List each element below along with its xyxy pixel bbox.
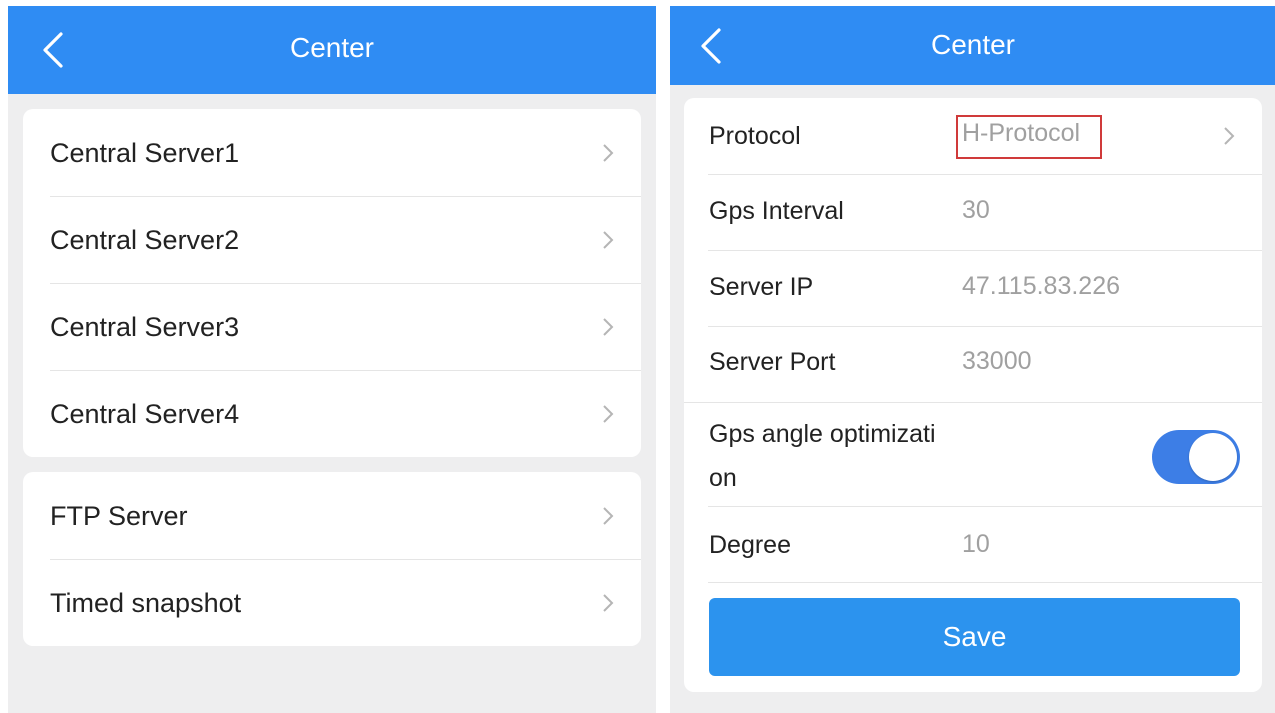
- gps-angle-toggle[interactable]: [1152, 430, 1240, 484]
- divider: [708, 582, 1262, 583]
- settings-card: Protocol H-Protocol Gps Interval Server …: [684, 98, 1262, 692]
- page-title: Center: [289, 32, 375, 63]
- save-button[interactable]: Save: [709, 598, 1240, 676]
- list-item-central-server2[interactable]: Central Server2: [23, 196, 641, 283]
- list-item-label: Central Server4: [50, 399, 240, 429]
- list-item-label: Central Server2: [50, 225, 240, 255]
- gps-angle-label-line1: Gps angle optimizati: [709, 420, 936, 448]
- toggle-knob: [1189, 433, 1237, 481]
- server-ip-field[interactable]: [962, 272, 1222, 301]
- list-item-central-server1[interactable]: Central Server1: [23, 109, 641, 196]
- server-ip-label: Server IP: [709, 273, 814, 301]
- header-bar: Center: [670, 6, 1275, 85]
- list-item-label: Timed snapshot: [50, 588, 242, 618]
- list-item-label: Central Server3: [50, 312, 240, 342]
- protocol-value: H-Protocol: [962, 119, 1081, 147]
- header-bar: Center: [8, 6, 656, 94]
- servers-card: Central Server1 Central Server2 Central …: [23, 109, 641, 457]
- page-title: Center: [930, 29, 1016, 60]
- chevron-right-icon: [601, 229, 615, 251]
- gps-interval-field[interactable]: [962, 196, 1222, 225]
- gps-angle-label-line2: on: [709, 464, 737, 492]
- gps-interval-row: Gps Interval: [684, 175, 1262, 250]
- server-ip-row: Server IP: [684, 251, 1262, 326]
- server-port-row: Server Port: [684, 327, 1262, 402]
- gps-interval-label: Gps Interval: [709, 197, 844, 225]
- list-item-ftp-server[interactable]: FTP Server: [23, 472, 641, 559]
- list-item-label: Central Server1: [50, 138, 240, 168]
- list-item-timed-snapshot[interactable]: Timed snapshot: [23, 559, 641, 646]
- protocol-label: Protocol: [709, 122, 801, 150]
- chevron-right-icon: [601, 592, 615, 614]
- center-settings-screen: Center Protocol H-Protocol Gps Interval …: [670, 6, 1275, 713]
- chevron-right-icon: [601, 505, 615, 527]
- chevron-right-icon: [601, 316, 615, 338]
- center-list-screen: Center Central Server1 Central Server2 C…: [8, 6, 656, 713]
- list-item-central-server3[interactable]: Central Server3: [23, 283, 641, 370]
- chevron-right-icon: [1222, 125, 1236, 147]
- server-port-field[interactable]: [962, 347, 1222, 376]
- chevron-right-icon: [601, 403, 615, 425]
- degree-field[interactable]: [962, 530, 1222, 559]
- chevron-right-icon: [601, 142, 615, 164]
- other-servers-card: FTP Server Timed snapshot: [23, 472, 641, 646]
- list-item-central-server4[interactable]: Central Server4: [23, 370, 641, 457]
- protocol-row[interactable]: Protocol H-Protocol: [684, 98, 1262, 174]
- degree-label: Degree: [709, 531, 791, 559]
- server-port-label: Server Port: [709, 348, 836, 376]
- degree-row: Degree: [684, 507, 1262, 582]
- list-item-label: FTP Server: [50, 501, 188, 531]
